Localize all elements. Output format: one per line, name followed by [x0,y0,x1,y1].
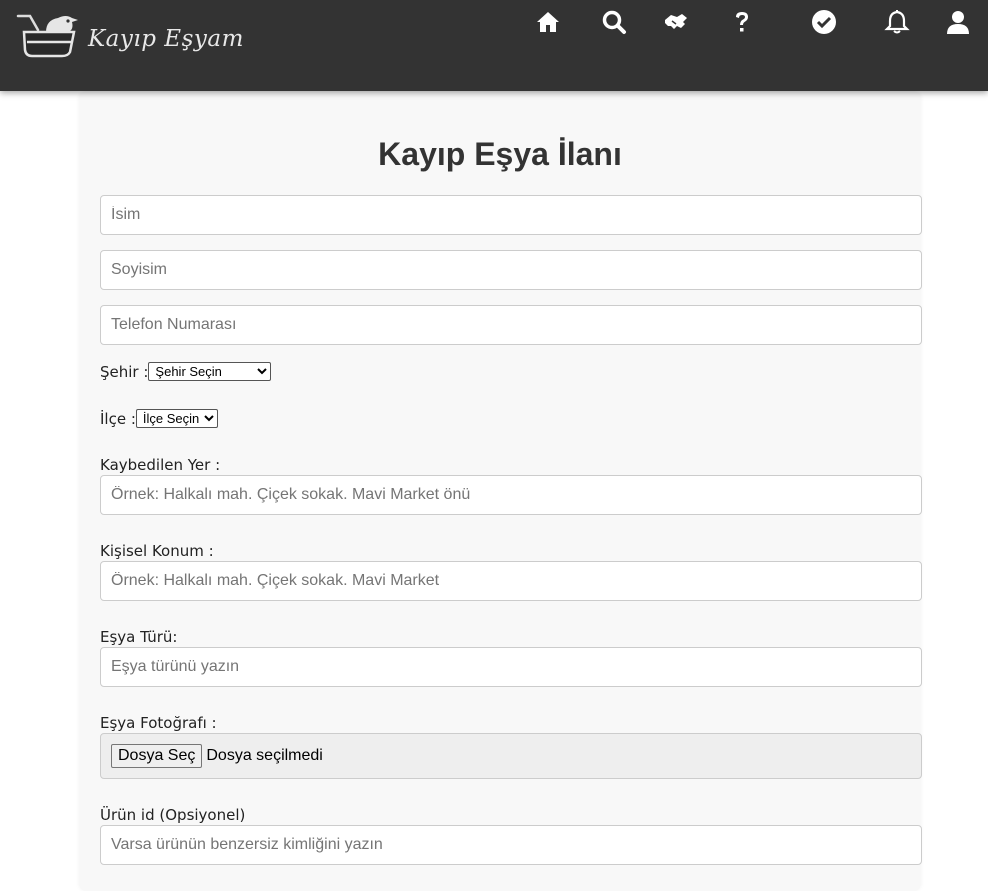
logo-bird-basket-icon[interactable] [16,12,80,60]
phone-input[interactable] [100,305,922,345]
district-row: İlçe : İlçe Seçin [100,409,218,428]
lost-place-input[interactable] [100,475,922,515]
lost-place-label: Kaybedilen Yer : [100,456,221,474]
search-icon[interactable] [601,9,627,35]
choose-file-button[interactable]: Dosya Seç [111,744,203,768]
city-select[interactable]: Şehir Seçin [148,362,272,381]
product-id-input[interactable] [100,825,922,865]
city-label: Şehir : [100,362,149,381]
last-name-input[interactable] [100,250,922,290]
handshake-icon[interactable] [663,9,689,35]
photo-label: Eşya Fotoğrafı : [100,714,217,732]
check-circle-icon[interactable] [811,9,837,35]
home-icon[interactable] [535,9,561,35]
photo-file-input[interactable]: Dosya Seç Dosya seçilmedi [100,733,922,779]
top-navbar: Kayıp Eşyam [0,0,988,91]
item-type-label: Eşya Türü: [100,628,178,646]
personal-location-label: Kişisel Konum : [100,542,214,560]
city-row: Şehir : Şehir Seçin [100,362,272,381]
product-id-label: Ürün id (Opsiyonel) [100,806,246,824]
page-title: Kayıp Eşya İlanı [378,136,622,172]
user-icon[interactable] [945,9,971,35]
logo-text[interactable]: Kayıp Eşyam [88,26,244,52]
bell-icon[interactable] [884,9,910,35]
district-select[interactable]: İlçe Seçin [135,409,218,428]
question-icon[interactable] [729,9,755,35]
first-name-input[interactable] [100,195,922,235]
item-type-input[interactable] [100,647,922,687]
district-label: İlçe : [100,409,136,428]
personal-location-input[interactable] [100,561,922,601]
file-status-text: Dosya seçilmedi [206,747,323,764]
